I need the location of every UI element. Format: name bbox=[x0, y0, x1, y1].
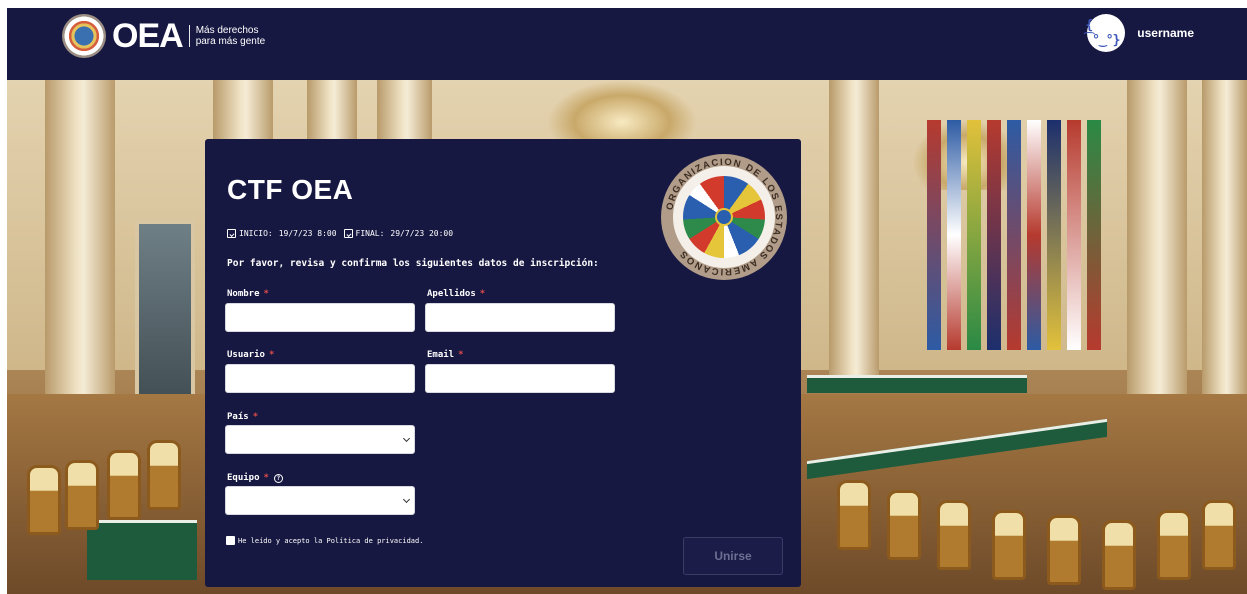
chair bbox=[1102, 520, 1136, 590]
pais-select[interactable] bbox=[225, 425, 415, 454]
flag bbox=[987, 120, 1001, 350]
equipo-select[interactable] bbox=[225, 486, 415, 515]
required-mark: * bbox=[263, 289, 269, 299]
column bbox=[829, 80, 879, 380]
seal-ring-label: ORGANIZACION DE LOS ESTADOS AMERICANOS bbox=[664, 157, 782, 277]
oea-seal-icon bbox=[62, 14, 106, 58]
logo-divider bbox=[188, 25, 190, 47]
hall-window bbox=[135, 220, 195, 420]
avatar-icon: { ͡°‿°} bbox=[1085, 18, 1120, 48]
chevron-down-icon bbox=[402, 434, 411, 443]
flag bbox=[927, 120, 941, 350]
tagline-line-1: Más derechos bbox=[195, 25, 259, 36]
chevron-down-icon bbox=[402, 495, 411, 504]
chair bbox=[27, 465, 61, 535]
brand-name: OEA bbox=[112, 17, 184, 55]
column bbox=[45, 80, 115, 440]
chair bbox=[147, 440, 181, 510]
tagline-line-2: para más gente bbox=[195, 36, 266, 47]
usuario-label: Usuario * bbox=[227, 350, 274, 360]
nombre-label-text: Nombre bbox=[227, 289, 260, 299]
privacy-consent-text[interactable]: He leído y acepto la Política de privaci… bbox=[238, 537, 423, 545]
chair bbox=[65, 460, 99, 530]
flag bbox=[947, 120, 961, 350]
flag bbox=[1027, 120, 1041, 350]
equipo-label-text: Equipo bbox=[227, 473, 260, 483]
start-value: 19/7/23 8:00 bbox=[278, 229, 337, 238]
chair bbox=[1202, 500, 1236, 570]
usuario-input[interactable] bbox=[225, 364, 415, 393]
pais-label: País * bbox=[227, 412, 258, 422]
flag bbox=[1087, 120, 1101, 350]
chair bbox=[1047, 515, 1081, 585]
page-title: CTF OEA bbox=[227, 174, 354, 205]
chair bbox=[1157, 510, 1191, 580]
email-input[interactable] bbox=[425, 364, 615, 393]
end-label: FINAL: bbox=[355, 229, 385, 238]
flag bbox=[1047, 120, 1061, 350]
tagline: Más derechos para más gente bbox=[196, 25, 266, 47]
oea-seal-emblem: ORGANIZACION DE LOS ESTADOS AMERICANOS bbox=[661, 154, 787, 280]
chair bbox=[937, 500, 971, 570]
privacy-checkbox[interactable] bbox=[226, 536, 235, 545]
column bbox=[1127, 80, 1187, 410]
conference-table bbox=[87, 520, 197, 580]
help-icon[interactable]: ? bbox=[273, 474, 283, 483]
calendar-check-icon bbox=[227, 229, 236, 238]
column bbox=[1202, 80, 1247, 420]
page: OEA Más derechos para más gente { ͡°‿°} … bbox=[7, 8, 1247, 594]
chair bbox=[887, 490, 921, 560]
event-dates: INICIO: 19/7/23 8:00 FINAL: 29/7/23 20:0… bbox=[227, 229, 453, 238]
email-label: Email * bbox=[427, 350, 464, 360]
required-mark: * bbox=[263, 473, 269, 483]
start-label: INICIO: bbox=[239, 229, 273, 238]
seal-ring-text: ORGANIZACION DE LOS ESTADOS AMERICANOS bbox=[664, 157, 784, 277]
apellidos-input[interactable] bbox=[425, 303, 615, 332]
privacy-consent: He leído y acepto la Política de privaci… bbox=[226, 536, 423, 545]
confirm-instructions: Por favor, revisa y confirma los siguien… bbox=[227, 258, 599, 269]
email-label-text: Email bbox=[427, 350, 455, 360]
join-button[interactable]: Unirse bbox=[683, 537, 783, 575]
pais-label-text: País bbox=[227, 412, 249, 422]
chair bbox=[992, 510, 1026, 580]
usuario-label-text: Usuario bbox=[227, 350, 265, 360]
chair bbox=[837, 480, 871, 550]
conference-table bbox=[807, 375, 1027, 393]
apellidos-label: Apellidos * bbox=[427, 289, 485, 299]
username[interactable]: username bbox=[1137, 26, 1194, 40]
oea-logo[interactable]: OEA Más derechos para más gente bbox=[62, 14, 265, 58]
flag bbox=[1007, 120, 1021, 350]
chair bbox=[107, 450, 141, 520]
calendar-check-icon bbox=[343, 229, 353, 238]
flag bbox=[967, 120, 981, 350]
end-value: 29/7/23 20:00 bbox=[390, 229, 454, 238]
apellidos-label-text: Apellidos bbox=[427, 289, 476, 299]
nombre-input[interactable] bbox=[225, 303, 415, 332]
top-navigation-bar: OEA Más derechos para más gente { ͡°‿°} … bbox=[7, 8, 1247, 80]
equipo-label: Equipo *? bbox=[227, 473, 283, 483]
required-mark: * bbox=[252, 412, 259, 422]
nombre-label: Nombre * bbox=[227, 289, 269, 299]
required-mark: * bbox=[479, 289, 486, 299]
svg-text:ORGANIZACION DE LOS ESTADOS AM: ORGANIZACION DE LOS ESTADOS AMERICANOS bbox=[664, 157, 784, 277]
user-menu[interactable]: { ͡°‿°} username bbox=[1085, 14, 1194, 52]
required-mark: * bbox=[458, 350, 464, 360]
flag bbox=[1067, 120, 1081, 350]
required-mark: * bbox=[268, 350, 275, 360]
avatar[interactable]: { ͡°‿°} bbox=[1085, 14, 1126, 52]
registration-card: CTF OEA INICIO: 19/7/23 8:00 FINAL: 29/7… bbox=[205, 139, 801, 587]
